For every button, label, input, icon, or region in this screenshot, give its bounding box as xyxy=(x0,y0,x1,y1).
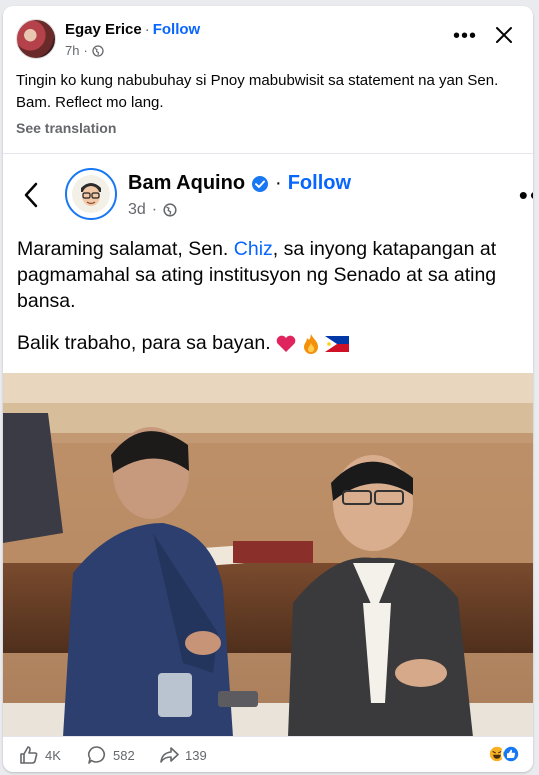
post-meta: 7h · xyxy=(65,43,104,58)
share-button[interactable]: 139 xyxy=(159,745,207,765)
comment-icon xyxy=(87,746,106,764)
reaction-summary[interactable] xyxy=(487,744,521,764)
embedded-meta: 3d · xyxy=(128,201,177,219)
separator-dot: · xyxy=(275,172,282,194)
embedded-author-name: Bam Aquino xyxy=(128,172,246,194)
embedded-name-row: Bam Aquino · Follow xyxy=(128,172,351,195)
thumbs-up-icon xyxy=(20,746,38,764)
globe-icon xyxy=(92,44,104,57)
separator-dot: · xyxy=(144,21,150,38)
like-count: 4K xyxy=(45,747,61,763)
verified-badge-icon xyxy=(252,175,269,192)
embedded-line-3: bansa. xyxy=(17,290,76,312)
comment-button[interactable]: 582 xyxy=(87,745,135,765)
share-icon xyxy=(160,747,179,763)
post-time[interactable]: 7h xyxy=(65,43,79,58)
embedded-line-2: pagmamahal sa ating institusyon ng Senad… xyxy=(17,264,497,286)
line1-rest: , sa inyong katapangan at xyxy=(272,238,497,260)
post-header: Egay Erice · Follow 7h · ••• xyxy=(3,6,533,66)
share-count: 139 xyxy=(185,747,207,763)
embedded-avatar xyxy=(65,168,117,220)
like-reaction-icon xyxy=(501,744,521,764)
embedded-follow-label: Follow xyxy=(287,172,352,194)
post-card: Egay Erice · Follow 7h · ••• Tingin ko kun… xyxy=(3,6,533,772)
author-row: Egay Erice · Follow xyxy=(65,21,200,38)
avatar-illustration xyxy=(72,175,110,213)
post-text: Tingin ko kung nabubuhay si Pnoy mabubwi… xyxy=(16,72,499,111)
embedded-line-1: Maraming salamat, Sen. Chiz, sa inyong k… xyxy=(17,236,533,262)
see-translation-link[interactable]: See translation xyxy=(16,120,116,136)
embedded-post-text: Maraming salamat, Sen. Chiz, sa inyong k… xyxy=(17,236,533,314)
close-icon[interactable] xyxy=(493,24,515,46)
globe-icon xyxy=(163,203,177,217)
action-bar: 4K 582 139 xyxy=(3,736,533,772)
embedded-more-icon: •• xyxy=(518,180,533,210)
embedded-time: 3d xyxy=(128,201,146,218)
fire-emoji-icon xyxy=(303,333,318,354)
author-avatar[interactable] xyxy=(16,19,56,59)
post-photo[interactable] xyxy=(3,373,533,736)
comment-count: 582 xyxy=(113,747,135,763)
philippine-flag-icon xyxy=(324,335,349,352)
embedded-line-4-row: Balik trabaho, para sa bayan. xyxy=(17,332,349,355)
heart-emoji-icon xyxy=(276,335,295,352)
line1-text: Maraming salamat, Sen. xyxy=(17,238,234,260)
separator-dot: · xyxy=(83,43,88,58)
embedded-line-4: Balik trabaho, para sa bayan. xyxy=(17,332,271,354)
author-name[interactable]: Egay Erice xyxy=(65,21,142,38)
back-arrow-icon xyxy=(24,182,38,208)
like-button[interactable]: 4K xyxy=(19,745,61,765)
follow-button[interactable]: Follow xyxy=(153,21,201,38)
mention-chiz: Chiz xyxy=(233,238,273,260)
embedded-screenshot[interactable]: Bam Aquino · Follow 3d · •• Maraming sal… xyxy=(3,153,533,736)
more-options-icon[interactable]: ••• xyxy=(453,26,477,46)
separator-dot: · xyxy=(151,201,158,218)
